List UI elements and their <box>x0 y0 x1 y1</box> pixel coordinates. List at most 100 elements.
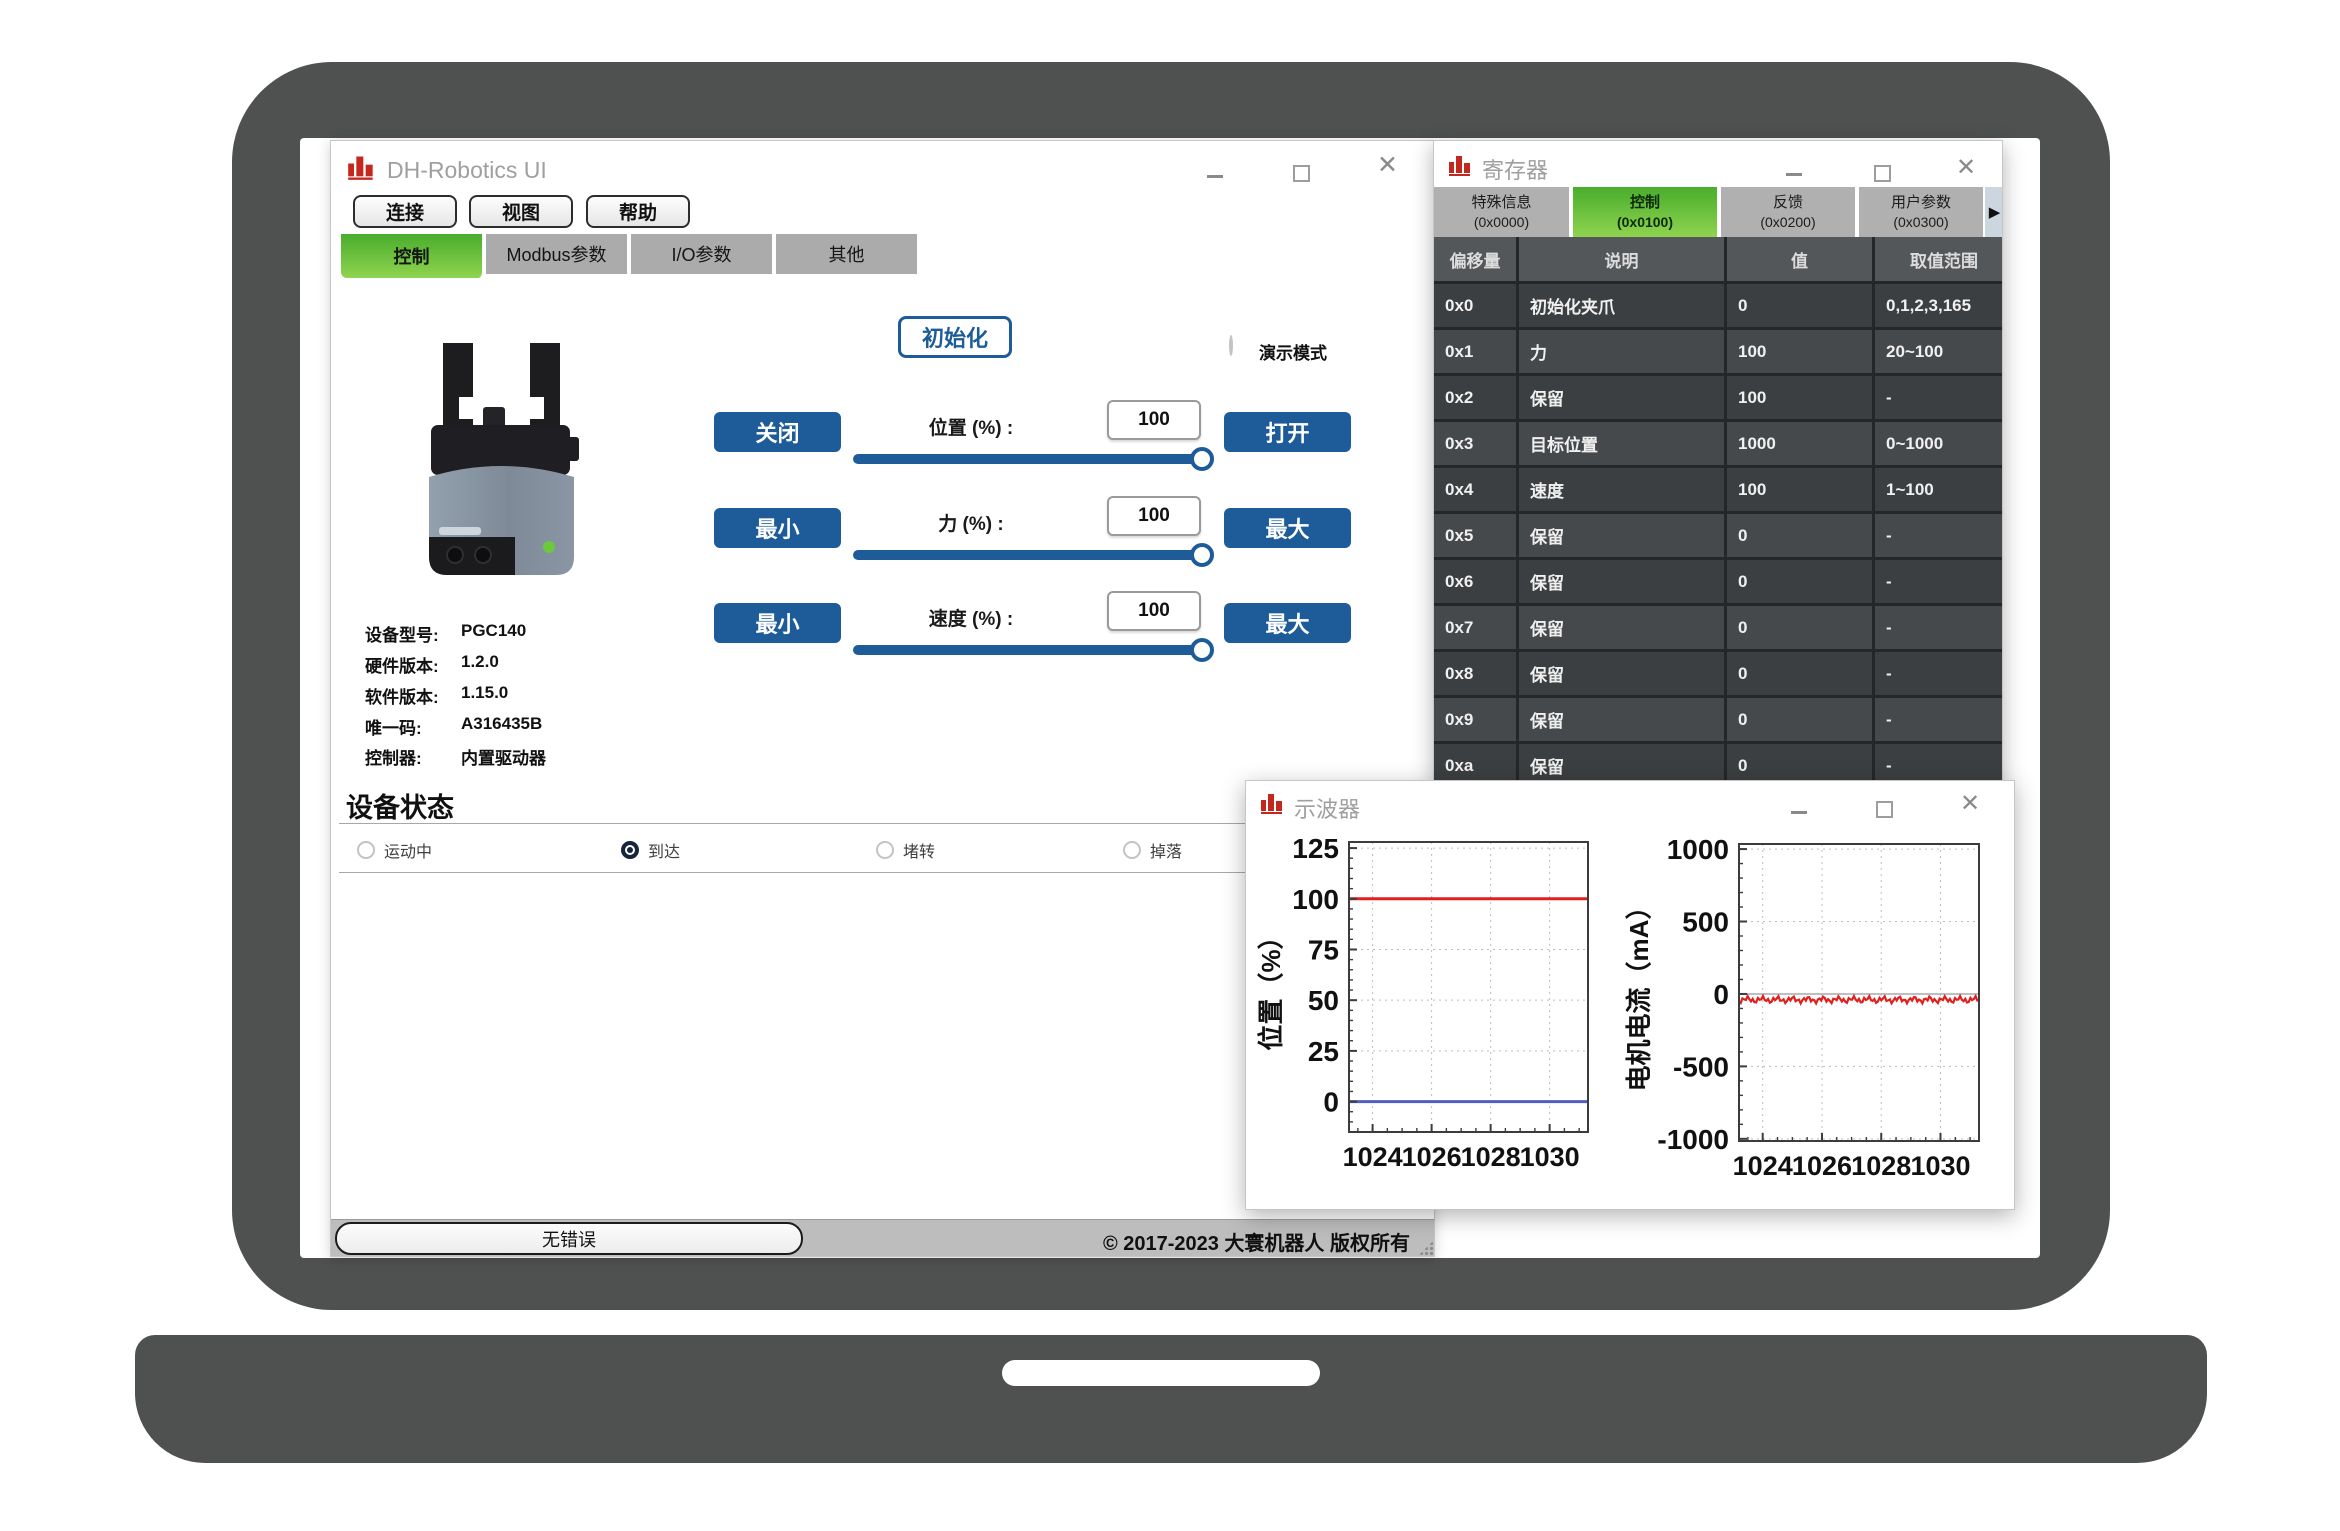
status-dropped-label: 掉落 <box>1150 838 1182 862</box>
col-header-value: 值 <box>1727 237 1872 281</box>
hardware-version-value: 1.2.0 <box>461 652 499 672</box>
position-slider[interactable] <box>853 454 1206 464</box>
minimize-button[interactable] <box>1791 811 1807 814</box>
position-chart: 10241026102810300255075100125位置（%） <box>1254 831 1610 1181</box>
table-cell: 0 <box>1727 744 1872 781</box>
dh-robotics-logo-icon <box>1448 153 1472 177</box>
tab-control[interactable]: 控制 <box>341 234 484 278</box>
device-model-label: 设备型号: <box>365 621 439 646</box>
tab-other[interactable]: 其他 <box>776 234 919 274</box>
table-cell: 0x3 <box>1434 422 1516 465</box>
initialize-button[interactable]: 初始化 <box>898 316 1012 358</box>
table-cell: 0 <box>1727 284 1872 327</box>
menu-help[interactable]: 帮助 <box>586 195 690 228</box>
status-dropped-radio[interactable] <box>1123 841 1141 859</box>
speed-label: 速度 (%) : <box>871 604 1071 631</box>
table-cell: 0x9 <box>1434 698 1516 741</box>
register-window-title: 寄存器 <box>1482 153 1548 185</box>
svg-text:1028: 1028 <box>1461 1142 1521 1172</box>
table-cell: 保留 <box>1519 514 1724 557</box>
status-bar: 无错误 © 2017-2023 大寰机器人 版权所有 <box>331 1219 1435 1257</box>
table-cell: 保留 <box>1519 698 1724 741</box>
maximize-button[interactable] <box>1876 801 1893 818</box>
reg-tab-control[interactable]: 控制 (0x0100) <box>1573 187 1719 237</box>
copyright-text: © 2017-2023 大寰机器人 版权所有 <box>1103 1227 1410 1256</box>
speed-min-button[interactable]: 最小 <box>714 603 841 643</box>
force-slider-knob[interactable] <box>1190 543 1214 567</box>
table-cell: 0x4 <box>1434 468 1516 511</box>
tab-scroll-right-icon[interactable]: ▶ <box>1985 187 2003 237</box>
svg-text:0: 0 <box>1323 1087 1339 1118</box>
minimize-button[interactable] <box>1786 173 1802 176</box>
reg-tab-name: 特殊信息 <box>1471 193 1531 213</box>
svg-text:0: 0 <box>1713 979 1729 1010</box>
maximize-button[interactable] <box>1874 165 1891 182</box>
force-max-button[interactable]: 最大 <box>1224 508 1351 548</box>
register-window: 寄存器 ✕ 特殊信息 (0x0000) 控制 (0x0100) 反馈 (0x02… <box>1433 140 2003 781</box>
menu-view[interactable]: 视图 <box>469 195 573 228</box>
maximize-button[interactable] <box>1293 165 1310 182</box>
status-moving-radio[interactable] <box>357 841 375 859</box>
force-value-input[interactable] <box>1107 496 1201 536</box>
table-cell: - <box>1875 514 2003 557</box>
menu-connect[interactable]: 连接 <box>353 195 457 228</box>
col-header-offset: 偏移量 <box>1434 237 1516 281</box>
scope-window-title: 示波器 <box>1294 792 1360 824</box>
hardware-version-label: 硬件版本: <box>365 652 439 677</box>
laptop-base-notch <box>1002 1360 1320 1386</box>
error-status-button[interactable]: 无错误 <box>335 1222 803 1255</box>
position-value-input[interactable] <box>1107 400 1201 440</box>
open-gripper-button[interactable]: 打开 <box>1224 412 1351 452</box>
software-version-label: 软件版本: <box>365 683 439 708</box>
controller-label: 控制器: <box>365 744 422 769</box>
tab-modbus-params[interactable]: Modbus参数 <box>486 234 629 274</box>
software-version-value: 1.15.0 <box>461 683 508 703</box>
reg-tab-addr: (0x0100) <box>1617 213 1673 231</box>
reg-tab-user-params[interactable]: 用户参数 (0x0300) <box>1859 187 1985 237</box>
table-cell: 速度 <box>1519 468 1724 511</box>
table-cell: 100 <box>1727 330 1872 373</box>
table-cell: 0 <box>1727 560 1872 603</box>
demo-mode-radio[interactable] <box>1229 335 1233 356</box>
tab-io-params[interactable]: I/O参数 <box>631 234 774 274</box>
unique-id-label: 唯一码: <box>365 714 422 739</box>
status-arrived-radio[interactable] <box>621 841 639 859</box>
table-cell: 保留 <box>1519 606 1724 649</box>
table-cell: 0x1 <box>1434 330 1516 373</box>
speed-slider-knob[interactable] <box>1190 638 1214 662</box>
status-stalled-label: 堵转 <box>903 838 935 862</box>
force-label: 力 (%) : <box>871 509 1071 536</box>
table-cell: 0~1000 <box>1875 422 2003 465</box>
close-button[interactable]: ✕ <box>1960 791 1980 816</box>
table-cell: 0x7 <box>1434 606 1516 649</box>
table-cell: 0x6 <box>1434 560 1516 603</box>
svg-text:125: 125 <box>1292 833 1339 864</box>
speed-slider[interactable] <box>853 645 1206 655</box>
dh-robotics-logo-icon <box>1260 791 1284 815</box>
reg-tab-name: 控制 <box>1630 193 1660 213</box>
svg-text:500: 500 <box>1682 907 1729 938</box>
speed-value-input[interactable] <box>1107 591 1201 631</box>
status-stalled-radio[interactable] <box>876 841 894 859</box>
table-cell: 0 <box>1727 652 1872 695</box>
table-cell: - <box>1875 698 2003 741</box>
table-cell: - <box>1875 560 2003 603</box>
position-slider-knob[interactable] <box>1190 447 1214 471</box>
table-cell: 0x2 <box>1434 376 1516 419</box>
svg-text:-1000: -1000 <box>1657 1124 1729 1155</box>
reg-tab-special-info[interactable]: 特殊信息 (0x0000) <box>1434 187 1571 237</box>
table-cell: 100 <box>1727 468 1872 511</box>
reg-tab-feedback[interactable]: 反馈 (0x0200) <box>1721 187 1857 237</box>
minimize-button[interactable] <box>1207 175 1223 178</box>
close-button[interactable]: ✕ <box>1956 155 1976 180</box>
resize-grip[interactable] <box>1419 1241 1433 1255</box>
force-slider[interactable] <box>853 550 1206 560</box>
table-cell: 0x5 <box>1434 514 1516 557</box>
speed-max-button[interactable]: 最大 <box>1224 603 1351 643</box>
svg-text:1024: 1024 <box>1733 1151 1793 1181</box>
controller-value: 内置驱动器 <box>461 744 546 769</box>
close-button[interactable]: ✕ <box>1377 153 1398 178</box>
close-gripper-button[interactable]: 关闭 <box>714 412 841 452</box>
force-min-button[interactable]: 最小 <box>714 508 841 548</box>
svg-text:1030: 1030 <box>1520 1142 1580 1172</box>
